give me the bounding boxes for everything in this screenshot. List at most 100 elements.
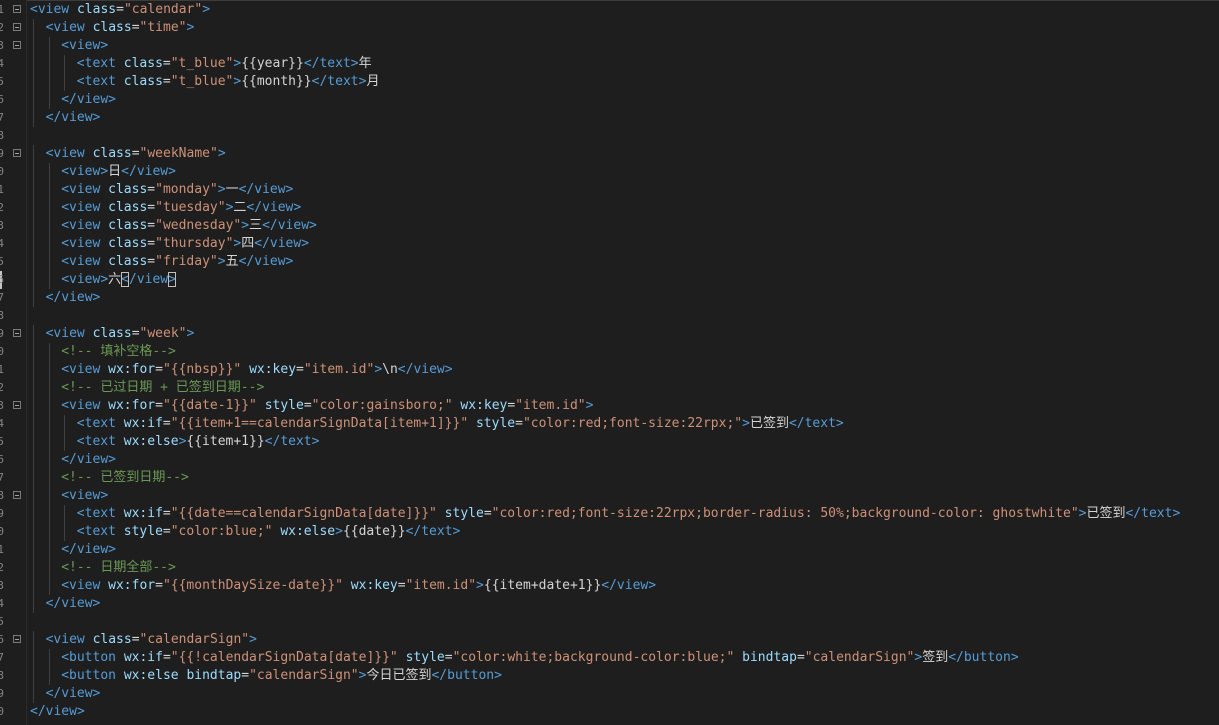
- code-line[interactable]: 14 <view class="thursday">四</view>: [0, 235, 1219, 253]
- line-number: 40: [0, 705, 4, 718]
- code-text[interactable]: <text wx:if="{{date==calendarSignData[da…: [77, 505, 1180, 523]
- code-text[interactable]: <view wx:for="{{monthDaySize-date}}" wx:…: [61, 577, 656, 595]
- code-text[interactable]: <view>: [61, 37, 108, 55]
- code-text[interactable]: <view>六</view>: [61, 271, 176, 289]
- indent-guide: [48, 217, 50, 235]
- code-text[interactable]: <view class="weekName">: [46, 145, 226, 163]
- code-line[interactable]: 7 </view>: [0, 109, 1219, 127]
- code-text[interactable]: <view wx:for="{{date-1}}" style="color:g…: [61, 397, 593, 415]
- code-text[interactable]: </view>: [61, 91, 116, 109]
- code-line[interactable]: 25 <text wx:else>{{item+1}}</text>: [0, 433, 1219, 451]
- code-text[interactable]: <view wx:for="{{nbsp}}" wx:key="item.id"…: [61, 361, 452, 379]
- fold-toggle-icon[interactable]: [13, 41, 21, 49]
- code-text[interactable]: <button wx:if="{{!calendarSignData[date]…: [61, 649, 1018, 667]
- code-line[interactable]: 18: [0, 307, 1219, 325]
- code-text[interactable]: <view class="thursday">四</view>: [61, 235, 309, 253]
- code-text[interactable]: <view class="time">: [46, 19, 195, 37]
- code-line[interactable]: 33<view wx:for="{{monthDaySize-date}}" w…: [0, 577, 1219, 595]
- indent-guide: [48, 91, 50, 109]
- code-line[interactable]: 6 </view>: [0, 91, 1219, 109]
- fold-toggle-icon[interactable]: [13, 401, 21, 409]
- code-line[interactable]: 11 <view class="monday">一</view>: [0, 181, 1219, 199]
- code-text[interactable]: <view class="week">: [46, 325, 195, 343]
- code-text[interactable]: <view class="friday">五</view>: [61, 253, 293, 271]
- code-line[interactable]: 4 <text class="t_blue">{{year}}</text>年: [0, 55, 1219, 73]
- code-line[interactable]: 32 <!-- 日期全部-->: [0, 559, 1219, 577]
- code-line[interactable]: 21<view wx:for="{{nbsp}}" wx:key="item.i…: [0, 361, 1219, 379]
- code-text[interactable]: <!-- 日期全部-->: [61, 559, 176, 577]
- code-text[interactable]: <view class="wednesday">三</view>: [61, 217, 317, 235]
- code-line[interactable]: 38 <button wx:else bindtap="calendarSign"…: [0, 667, 1219, 685]
- code-line[interactable]: 36 <view class="calendarSign">: [0, 631, 1219, 649]
- code-token-txt: =: [162, 416, 171, 431]
- code-line[interactable]: 9 <view class="weekName">: [0, 145, 1219, 163]
- code-line[interactable]: 20 <!-- 填补空格-->: [0, 343, 1219, 361]
- fold-toggle-icon[interactable]: [13, 149, 21, 157]
- indent-guide: [64, 523, 66, 541]
- code-token-tag: <button: [61, 650, 124, 665]
- code-text[interactable]: <button wx:else bindtap="calendarSign">今…: [61, 667, 502, 685]
- code-line[interactable]: 12 <view class="tuesday">二</view>: [0, 199, 1219, 217]
- code-text[interactable]: <text wx:else>{{item+1}}</text>: [77, 433, 320, 451]
- code-token-tag: <view: [61, 398, 109, 413]
- code-line[interactable]: 16 <view>六</view>: [0, 271, 1219, 289]
- fold-toggle-icon[interactable]: [13, 329, 21, 337]
- code-line[interactable]: 37<button wx:if="{{!calendarSignData[dat…: [0, 649, 1219, 667]
- code-line[interactable]: 5 <text class="t_blue">{{month}}</text>月: [0, 73, 1219, 91]
- code-text[interactable]: <view class="calendar">: [30, 1, 210, 19]
- fold-toggle-icon[interactable]: [13, 491, 21, 499]
- code-lines[interactable]: 1 <view class="calendar"> 2 <view class="ti…: [0, 1, 1219, 721]
- fold-toggle-icon[interactable]: [13, 23, 21, 31]
- code-line[interactable]: 34 </view>: [0, 595, 1219, 613]
- code-text[interactable]: <!-- 填补空格-->: [61, 343, 176, 361]
- code-line[interactable]: 10 <view>日</view>: [0, 163, 1219, 181]
- line-number: 5: [0, 75, 4, 88]
- code-line[interactable]: 35: [0, 613, 1219, 631]
- code-line[interactable]: 17 </view>: [0, 289, 1219, 307]
- code-text[interactable]: <view class="calendarSign">: [46, 631, 257, 649]
- code-line[interactable]: 24<text wx:if="{{item+1==calendarSignDat…: [0, 415, 1219, 433]
- code-text[interactable]: <text class="t_blue">{{year}}</text>年: [77, 55, 372, 73]
- code-text[interactable]: </view>: [46, 685, 101, 703]
- code-line[interactable]: 8: [0, 127, 1219, 145]
- code-editor[interactable]: 1 <view class="calendar"> 2 <view class="ti…: [0, 0, 1219, 725]
- code-text[interactable]: </view>: [46, 289, 101, 307]
- code-line[interactable]: 28 <view>: [0, 487, 1219, 505]
- code-token-str: "calendarSign": [139, 632, 250, 647]
- code-line[interactable]: 30 <text style="color:blue;" wx:else>{{da…: [0, 523, 1219, 541]
- code-line[interactable]: 29<text wx:if="{{date==calendarSignData[…: [0, 505, 1219, 523]
- code-line[interactable]: 15 <view class="friday">五</view>: [0, 253, 1219, 271]
- code-text[interactable]: </view>: [61, 451, 116, 469]
- code-line[interactable]: 13 <view class="wednesday">三</view>: [0, 217, 1219, 235]
- code-text[interactable]: <view class="monday">一</view>: [61, 181, 293, 199]
- code-text[interactable]: </view>: [46, 109, 101, 127]
- fold-toggle-icon[interactable]: [13, 5, 21, 13]
- code-text[interactable]: <!-- 已过日期 + 已签到日期-->: [61, 379, 264, 397]
- code-text[interactable]: <text class="t_blue">{{month}}</text>月: [77, 73, 380, 91]
- code-line[interactable]: 23<view wx:for="{{date-1}}" style="color…: [0, 397, 1219, 415]
- code-line[interactable]: 31 </view>: [0, 541, 1219, 559]
- code-line[interactable]: 40 </view>: [0, 703, 1219, 721]
- code-line[interactable]: 22 <!-- 已过日期 + 已签到日期-->: [0, 379, 1219, 397]
- code-text[interactable]: <view>日</view>: [61, 163, 176, 181]
- code-line[interactable]: 39 </view>: [0, 685, 1219, 703]
- code-text[interactable]: <view class="tuesday">二</view>: [61, 199, 301, 217]
- code-line[interactable]: 2 <view class="time">: [0, 19, 1219, 37]
- code-line[interactable]: 26 </view>: [0, 451, 1219, 469]
- code-text[interactable]: </view>: [46, 595, 101, 613]
- code-token-txt: =: [147, 218, 156, 233]
- code-line[interactable]: 27 <!-- 已签到日期-->: [0, 469, 1219, 487]
- code-line[interactable]: 3 <view>: [0, 37, 1219, 55]
- code-text[interactable]: <view>: [61, 487, 108, 505]
- code-token-attr: style: [264, 398, 304, 413]
- code-text[interactable]: <!-- 已签到日期-->: [61, 469, 189, 487]
- code-text[interactable]: <text style="color:blue;" wx:else>{{date…: [77, 523, 461, 541]
- fold-toggle-icon[interactable]: [13, 635, 21, 643]
- code-line[interactable]: 19 <view class="week">: [0, 325, 1219, 343]
- code-text[interactable]: </view>: [61, 541, 116, 559]
- code-text[interactable]: </view>: [30, 703, 85, 721]
- code-token-attr: wx:else: [123, 668, 179, 683]
- code-line[interactable]: 1 <view class="calendar">: [0, 1, 1219, 19]
- code-text[interactable]: <text wx:if="{{item+1==calendarSignData[…: [77, 415, 844, 433]
